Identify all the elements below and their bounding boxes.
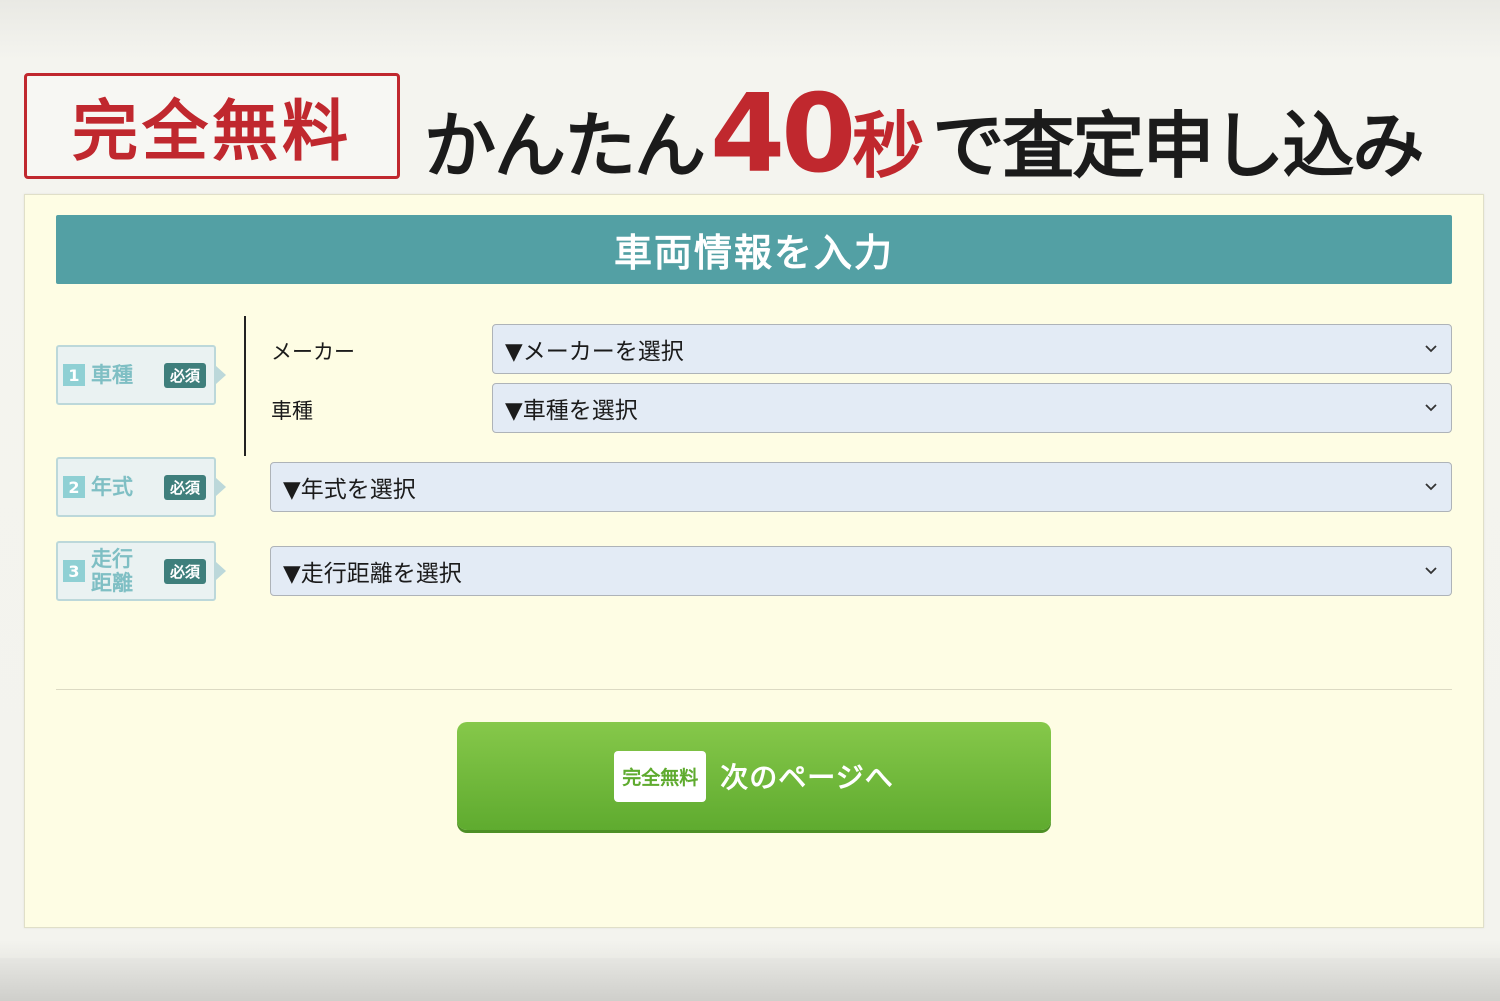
free-badge-text: 完全無料 — [72, 93, 352, 170]
headline-number: 40 — [710, 72, 856, 197]
section-title-text: 車両情報を入力 — [613, 231, 894, 275]
vehicle-form-panel: 車両情報を入力 1 車種 必須 メーカー ▼メーカーを選択 車種 ▼車種を選択 … — [24, 194, 1484, 928]
free-badge: 完全無料 — [24, 73, 400, 179]
step-tag-mileage: 3 走行 距離 必須 — [56, 541, 226, 601]
model-year-select[interactable]: ▼年式を選択 — [270, 462, 1452, 512]
maker-select-value: ▼メーカーを選択 — [505, 339, 684, 365]
chevron-down-icon — [1425, 404, 1437, 412]
model-select-value: ▼車種を選択 — [505, 398, 638, 424]
button-free-badge: 完全無料 — [614, 750, 707, 802]
step-number: 3 — [63, 560, 85, 582]
chevron-down-icon — [1425, 483, 1437, 491]
step-number: 1 — [63, 364, 85, 386]
headline-post: で査定申し込み — [932, 104, 1424, 188]
step-label: 年式 — [91, 475, 133, 499]
headline-pre: かんたん — [424, 104, 706, 188]
next-page-label: 次のページへ — [720, 761, 894, 794]
maker-select[interactable]: ▼メーカーを選択 — [492, 324, 1452, 374]
required-badge: 必須 — [163, 558, 206, 584]
headline-unit: 秒 — [852, 104, 925, 188]
mileage-select[interactable]: ▼走行距離を選択 — [270, 546, 1452, 596]
model-label: 車種 — [271, 399, 313, 423]
page-footer-bar — [0, 958, 1500, 1001]
mileage-select-value: ▼走行距離を選択 — [283, 561, 462, 587]
model-select[interactable]: ▼車種を選択 — [492, 383, 1452, 433]
form-divider — [56, 689, 1452, 690]
step-tag-model-year: 2 年式 必須 — [56, 457, 226, 517]
step-label: 走行 距離 — [91, 547, 133, 595]
section-title: 車両情報を入力 — [56, 215, 1452, 284]
maker-label: メーカー — [271, 340, 355, 364]
required-badge: 必須 — [163, 362, 206, 388]
step-number: 2 — [63, 476, 85, 498]
chevron-down-icon — [1425, 345, 1437, 353]
step1-bracket-line — [244, 316, 246, 456]
chevron-down-icon — [1425, 567, 1437, 575]
model-year-select-value: ▼年式を選択 — [283, 477, 416, 503]
next-page-button[interactable]: 完全無料 次のページへ — [457, 722, 1051, 830]
step-label: 車種 — [91, 363, 133, 387]
required-badge: 必須 — [163, 474, 206, 500]
step-tag-vehicle-type: 1 車種 必須 — [56, 345, 226, 405]
headline: かんたん 40 秒 で査定申し込み — [424, 72, 1424, 197]
